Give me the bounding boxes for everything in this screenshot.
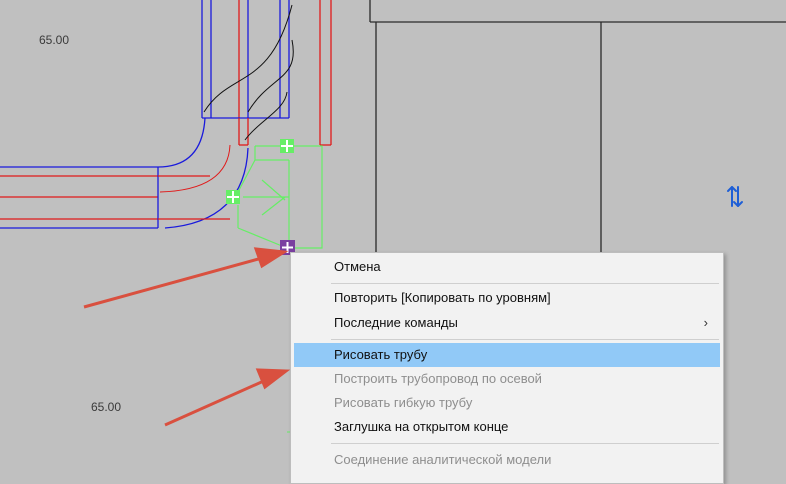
horizontal-pipe[interactable] xyxy=(0,166,230,229)
menu-item-label: Рисовать гибкую трубу xyxy=(334,395,473,410)
annotation-arrow xyxy=(164,368,291,427)
menu-item-open-end-cap[interactable]: Заглушка на открытом конце xyxy=(294,415,720,439)
pipe-elbow[interactable] xyxy=(157,117,249,229)
chevron-right-icon: › xyxy=(703,315,708,330)
dimension-label: 65.00 xyxy=(39,33,70,47)
dimension-label: 65.00 xyxy=(91,400,122,414)
menu-item-label: Соединение аналитической модели xyxy=(334,452,552,467)
menu-separator xyxy=(331,339,719,340)
menu-item-label: Повторить [Копировать по уровням] xyxy=(334,290,551,305)
menu-item-cancel[interactable]: Отмена xyxy=(294,255,720,279)
wall-lines xyxy=(369,0,786,252)
menu-item-repeat[interactable]: Повторить [Копировать по уровням] xyxy=(294,286,720,310)
connector-grip-icon[interactable] xyxy=(280,139,294,153)
menu-item-label: Отмена xyxy=(334,259,381,274)
flip-arrows-icon[interactable] xyxy=(725,184,745,210)
menu-item-pipe-by-axis: Построить трубопровод по осевой xyxy=(294,367,720,391)
menu-item-draw-flex-pipe: Рисовать гибкую трубу xyxy=(294,391,720,415)
menu-item-label: Построить трубопровод по осевой xyxy=(334,371,542,386)
menu-item-draw-pipe[interactable]: Рисовать трубу xyxy=(294,343,720,367)
menu-item-label: Заглушка на открытом конце xyxy=(334,419,509,434)
menu-item-recent-commands[interactable]: Последние команды › xyxy=(294,311,720,335)
context-menu: Отмена Повторить [Копировать по уровням]… xyxy=(290,252,724,484)
connector-grip-icon[interactable] xyxy=(226,190,240,204)
vertical-pipe[interactable] xyxy=(201,0,332,146)
annotation-arrow xyxy=(83,247,289,309)
menu-separator xyxy=(331,443,719,444)
menu-item-label: Рисовать трубу xyxy=(334,347,428,362)
selection-outline xyxy=(237,145,323,249)
menu-item-label: Последние команды xyxy=(334,315,458,330)
menu-item-analytical-connection: Соединение аналитической модели xyxy=(294,448,720,472)
menu-separator xyxy=(331,283,719,284)
